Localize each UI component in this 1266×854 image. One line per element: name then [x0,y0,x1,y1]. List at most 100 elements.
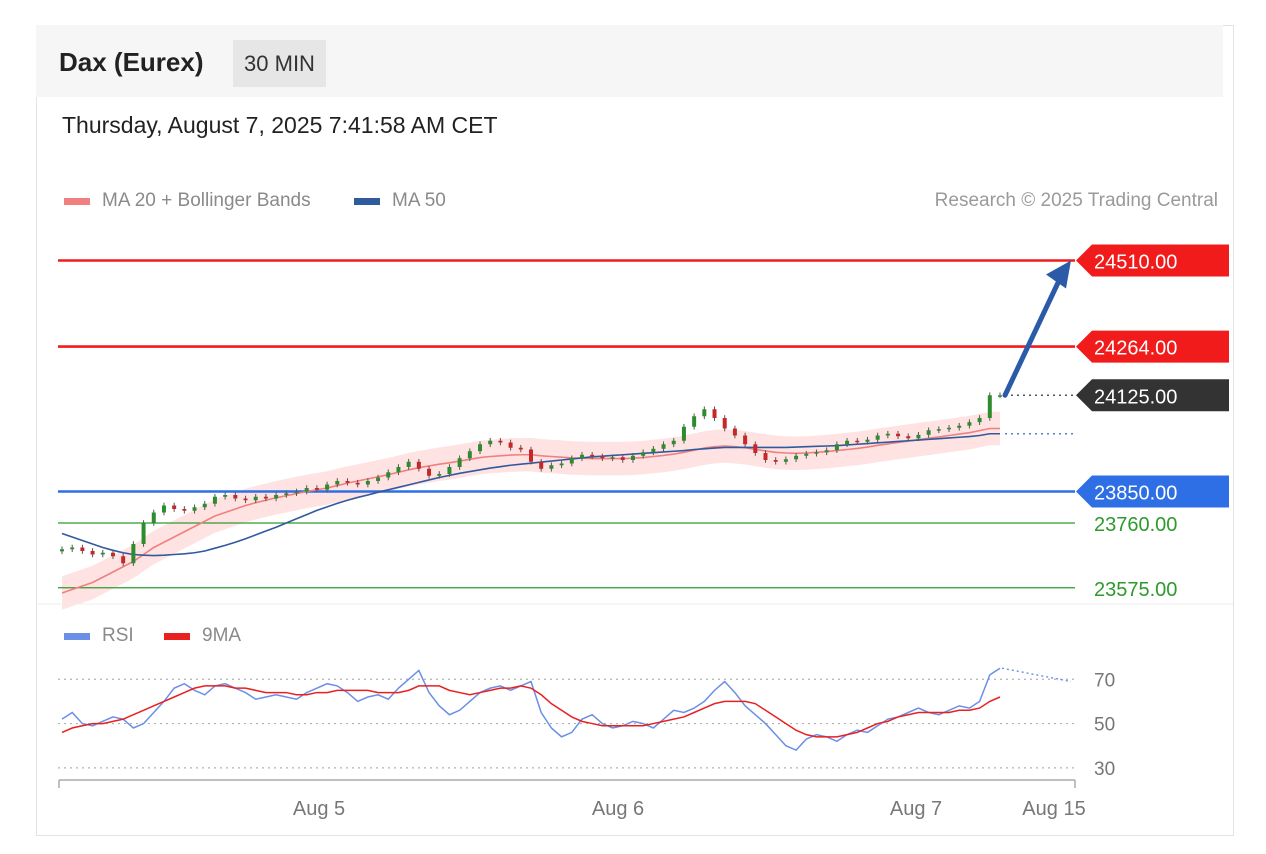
candle-body [794,455,799,460]
candle-body [314,488,319,490]
candle-body [671,440,676,445]
candle-body [304,488,309,492]
candle-body [335,481,340,485]
candle-body [661,444,666,449]
candle-body [223,495,228,497]
candle-body [457,458,462,467]
candle-body [253,496,258,501]
candle-body [885,433,890,436]
candle-body [80,547,85,551]
last-price-tag-label-2: 24125.00 [1094,386,1177,408]
x-tick-label-2: Aug 7 [890,798,942,820]
candle-body [345,481,350,483]
candle-body [498,440,503,443]
candle-body [325,484,330,490]
rsi-tick-label-50: 50 [1094,715,1115,736]
candle-body [967,422,972,426]
projection-arrow [1002,276,1063,398]
candle-body [610,457,615,459]
candle-body [834,444,839,451]
candle-body [110,552,115,557]
candle-body [865,439,870,442]
candle-body [60,549,64,552]
candle-body [753,444,758,453]
pivot-price-tag-label-3: 23850.00 [1094,483,1177,505]
candle-body [804,453,809,456]
candle-body [630,455,635,460]
candle-body [212,496,217,504]
candle-body [427,468,432,476]
candle-body [549,465,554,469]
candle-body [529,449,533,462]
candle-body [518,447,523,450]
candle-body [559,463,564,466]
support-label-5: 23575.00 [1094,579,1177,601]
candle-body [396,467,401,473]
candle-body [579,454,584,459]
x-tick-label-1: Aug 6 [592,798,644,820]
x-tick-label-0: Aug 5 [293,798,345,820]
candle-body [814,452,819,454]
candle-body [437,474,442,476]
candle-body [743,435,748,445]
rsi-line [61,667,1001,752]
candle-body [508,442,513,448]
candle-body [824,450,829,453]
candle-body [896,433,901,437]
rsi-tick-label-70: 70 [1094,670,1115,691]
candle-body [569,458,574,464]
candle-body [478,444,483,452]
resistance-price-tag-label-1: 24264.00 [1094,338,1177,360]
candle-body [590,454,595,457]
candle-body [763,453,768,460]
candle-body [600,456,605,459]
support-label-4: 23760.00 [1094,514,1177,536]
candle-body [406,461,411,467]
candle-body [539,461,544,469]
candle-body [70,547,75,550]
candle-body [182,509,187,511]
candle-body [783,459,788,462]
candle-body [712,409,717,418]
candle-body [977,418,982,423]
candle-body [845,440,850,445]
candle-body [151,512,156,523]
candle-body [243,498,248,501]
candle-body [131,544,136,564]
candle-body [386,472,391,478]
candle-body [855,440,860,443]
candle-body [447,467,452,474]
rsi-tick-label-30: 30 [1094,759,1115,780]
candle-body [467,451,472,459]
candle-body [651,448,656,453]
candle-body [355,482,360,485]
candle-body [192,507,197,511]
candle-body [926,430,931,435]
resistance-price-tag-label-0: 24510.00 [1094,252,1177,274]
candle-body [233,495,238,499]
candle-body [722,418,727,429]
candle-body [294,491,299,494]
candle-body [875,435,880,440]
candle-body [681,426,686,441]
candle-body [263,496,268,499]
candle-body [284,493,289,495]
candle-body [202,503,207,508]
candle-body [947,427,952,430]
candle-body [702,409,707,417]
candle-body [376,477,381,481]
candle-body [274,495,279,499]
candle-body [161,505,166,513]
candle-body [906,436,911,439]
candle-body [916,434,921,439]
candle-body [121,556,126,564]
candle-body [773,460,778,462]
candle-body [998,395,1002,397]
candle-body [641,452,646,456]
candle-body [100,552,105,555]
candle-body [987,395,992,418]
candle-body [416,461,421,469]
candle-body [936,429,941,431]
bollinger-band-area [62,411,1000,610]
candle-body [692,416,697,427]
